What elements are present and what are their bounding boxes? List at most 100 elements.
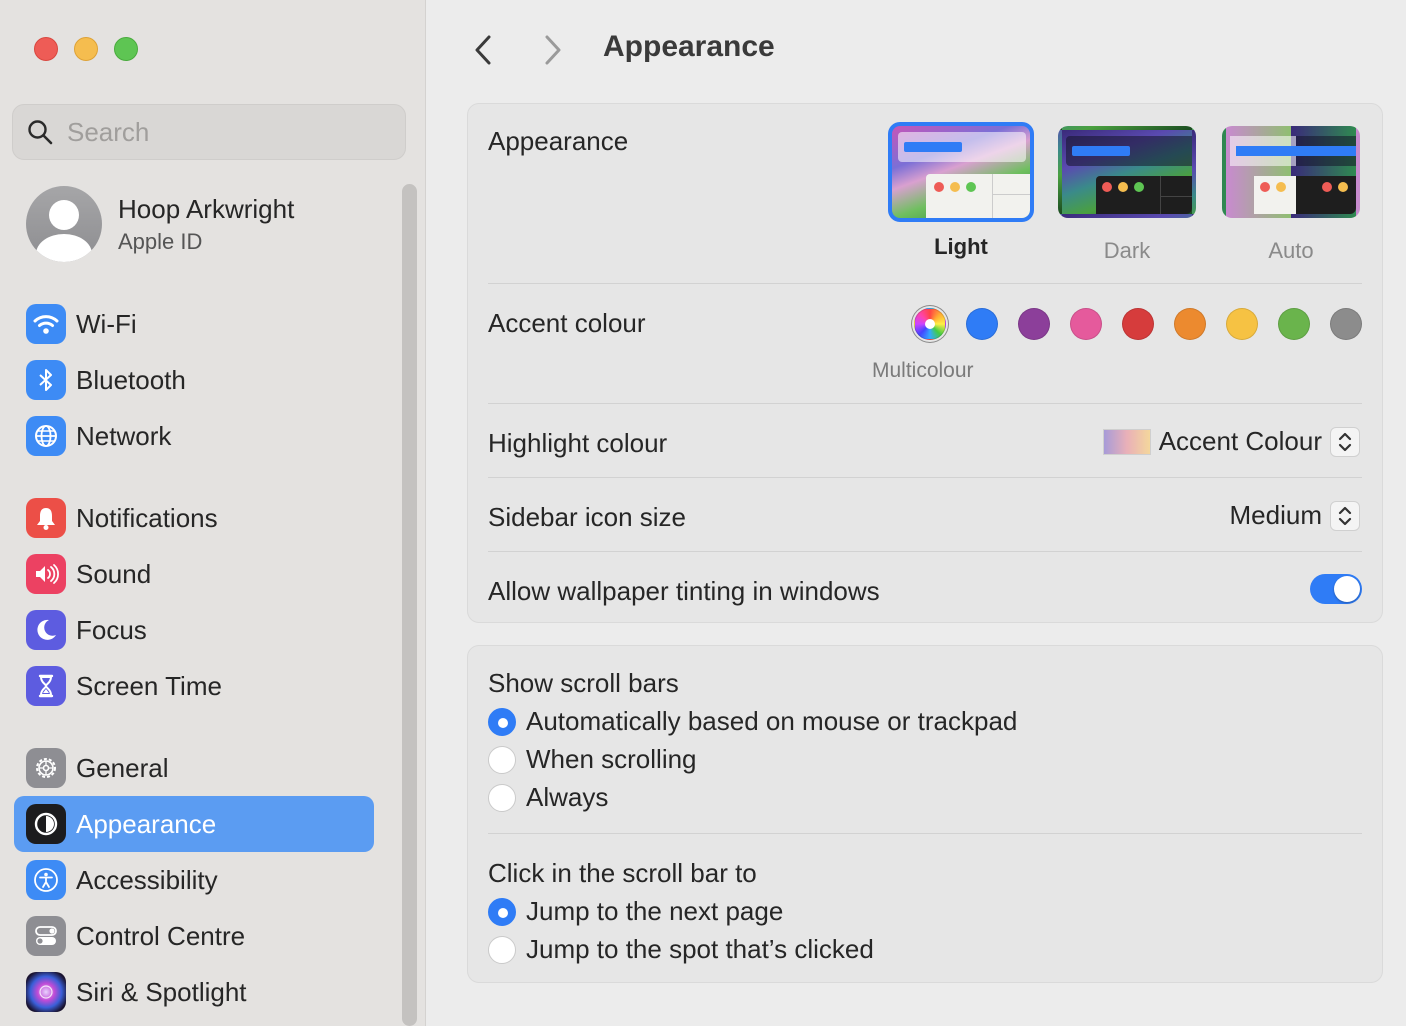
accent-swatch-yellow[interactable] <box>1226 308 1258 340</box>
scroll-bar-settings-group: Show scroll bars Automatically based on … <box>467 645 1383 983</box>
sidebar-item-label: General <box>76 752 169 783</box>
divider <box>488 551 1362 552</box>
sidebar-item-control-centre[interactable]: Control Centre <box>14 908 374 964</box>
radio-scrollbars-when-scrolling[interactable]: When scrolling <box>488 744 697 775</box>
appearance-settings-group: Appearance Light Dark Auto Accent colour… <box>467 103 1383 623</box>
apple-id-profile[interactable]: Hoop Arkwright Apple ID <box>26 186 294 262</box>
sidebar-item-network[interactable]: Network <box>14 408 374 464</box>
sidebar-item-sound[interactable]: Sound <box>14 546 374 602</box>
show-scroll-bars-title: Show scroll bars <box>488 668 679 698</box>
sidebar-item-general[interactable]: General <box>14 740 374 796</box>
siri-icon <box>26 972 66 1012</box>
click-scroll-bar-title: Click in the scroll bar to <box>488 858 757 888</box>
accent-colour-label: Accent colour <box>488 308 646 338</box>
radio-scrollbars-always[interactable]: Always <box>488 782 608 813</box>
radio-button <box>488 745 516 774</box>
wallpaper-tinting-label: Allow wallpaper tinting in windows <box>488 576 880 606</box>
toolbar: Appearance <box>427 0 1406 100</box>
sidebar-icon-size-label: Sidebar icon size <box>488 502 686 532</box>
sidebar-item-focus[interactable]: Focus <box>14 602 374 658</box>
radio-button <box>488 783 516 812</box>
accessibility-icon <box>26 860 66 900</box>
appearance-option-label: Auto <box>1268 238 1314 263</box>
accent-swatch-pink[interactable] <box>1070 308 1102 340</box>
close-window-button[interactable] <box>34 37 58 61</box>
accent-swatch-graphite[interactable] <box>1330 308 1362 340</box>
up-down-chevron-icon <box>1330 500 1360 531</box>
sidebar-item-label: Wi-Fi <box>76 308 137 339</box>
appearance-icon <box>26 804 66 844</box>
bell-icon <box>26 498 66 538</box>
accent-swatch-green[interactable] <box>1278 308 1310 340</box>
auto-theme-preview <box>1222 126 1360 218</box>
radio-jump-to-spot[interactable]: Jump to the spot that’s clicked <box>488 934 874 965</box>
sidebar-icon-size-popup[interactable]: Medium <box>1230 500 1360 531</box>
highlight-colour-popup[interactable]: Accent Colour <box>1102 426 1360 457</box>
zoom-window-button[interactable] <box>114 37 138 61</box>
radio-jump-next-page[interactable]: Jump to the next page <box>488 896 783 927</box>
appearance-option-label: Dark <box>1103 238 1151 263</box>
speaker-icon <box>26 554 66 594</box>
accent-swatch-purple[interactable] <box>1018 308 1050 340</box>
sidebar-item-label: Siri & Spotlight <box>76 976 247 1007</box>
sidebar-item-siri-spotlight[interactable]: Siri & Spotlight <box>14 964 374 1020</box>
divider <box>488 833 1362 834</box>
radio-label: When scrolling <box>526 744 697 774</box>
hourglass-icon <box>26 666 66 706</box>
highlight-colour-value: Accent Colour <box>1158 426 1322 456</box>
sidebar-scrollbar[interactable] <box>402 184 417 1026</box>
profile-name: Hoop Arkwright <box>118 193 295 224</box>
minimize-window-button[interactable] <box>74 37 98 61</box>
divider <box>488 403 1362 404</box>
search-field[interactable] <box>12 104 406 160</box>
sidebar-item-wifi[interactable]: Wi-Fi <box>14 296 374 352</box>
page-title: Appearance <box>603 30 775 63</box>
search-input[interactable] <box>67 116 387 148</box>
radio-label: Jump to the next page <box>526 896 784 926</box>
back-button[interactable] <box>465 30 501 70</box>
appearance-option-light[interactable]: Light <box>888 122 1034 260</box>
sidebar-item-bluetooth[interactable]: Bluetooth <box>14 352 374 408</box>
accent-colour-caption: Multicolour <box>872 359 974 382</box>
appearance-option-dark[interactable]: Dark <box>1054 126 1200 264</box>
chevron-right-icon <box>545 35 561 65</box>
radio-label: Always <box>526 782 609 812</box>
radio-label: Jump to the spot that’s clicked <box>526 934 874 964</box>
sidebar-item-label: Control Centre <box>76 920 246 951</box>
sidebar-item-notifications[interactable]: Notifications <box>14 490 374 546</box>
accent-swatch-red[interactable] <box>1122 308 1154 340</box>
highlight-colour-label: Highlight colour <box>488 428 668 458</box>
wallpaper-tinting-toggle[interactable] <box>1310 574 1362 604</box>
sidebar-item-label: Network <box>76 420 172 451</box>
sidebar-item-accessibility[interactable]: Accessibility <box>14 852 374 908</box>
forward-button[interactable] <box>535 30 571 70</box>
appearance-option-auto[interactable]: Auto <box>1218 126 1364 264</box>
radio-button <box>488 897 516 926</box>
avatar-icon <box>26 186 102 262</box>
accent-swatch-multicolour[interactable] <box>914 308 946 340</box>
accent-swatch-blue[interactable] <box>966 308 998 340</box>
radio-scrollbars-automatic[interactable]: Automatically based on mouse or trackpad <box>488 706 1017 737</box>
accent-swatch-orange[interactable] <box>1174 308 1206 340</box>
main-pane: Appearance Appearance Light Dark Auto Ac… <box>427 0 1406 1026</box>
toggles-icon <box>26 916 66 956</box>
gear-icon <box>26 748 66 788</box>
sidebar-item-label: Notifications <box>76 502 218 533</box>
light-theme-preview <box>888 122 1034 222</box>
sidebar-item-appearance[interactable]: Appearance <box>14 796 374 852</box>
radio-button <box>488 707 516 736</box>
sidebar-item-label: Focus <box>76 614 147 645</box>
accent-colour-swatches <box>914 308 1362 340</box>
chevron-left-icon <box>475 35 491 65</box>
sidebar-item-label: Accessibility <box>76 864 218 895</box>
radio-button <box>488 935 516 964</box>
sidebar-icon-size-value: Medium <box>1229 500 1322 530</box>
radio-label: Automatically based on mouse or trackpad <box>526 706 1018 736</box>
sidebar: Hoop Arkwright Apple ID Wi-Fi Bluetooth … <box>0 0 426 1026</box>
appearance-label: Appearance <box>488 126 629 156</box>
search-icon <box>28 120 53 145</box>
sidebar-item-screen-time[interactable]: Screen Time <box>14 658 374 714</box>
bluetooth-icon <box>26 360 66 400</box>
globe-icon <box>26 416 66 456</box>
sidebar-item-label: Appearance <box>76 808 217 839</box>
